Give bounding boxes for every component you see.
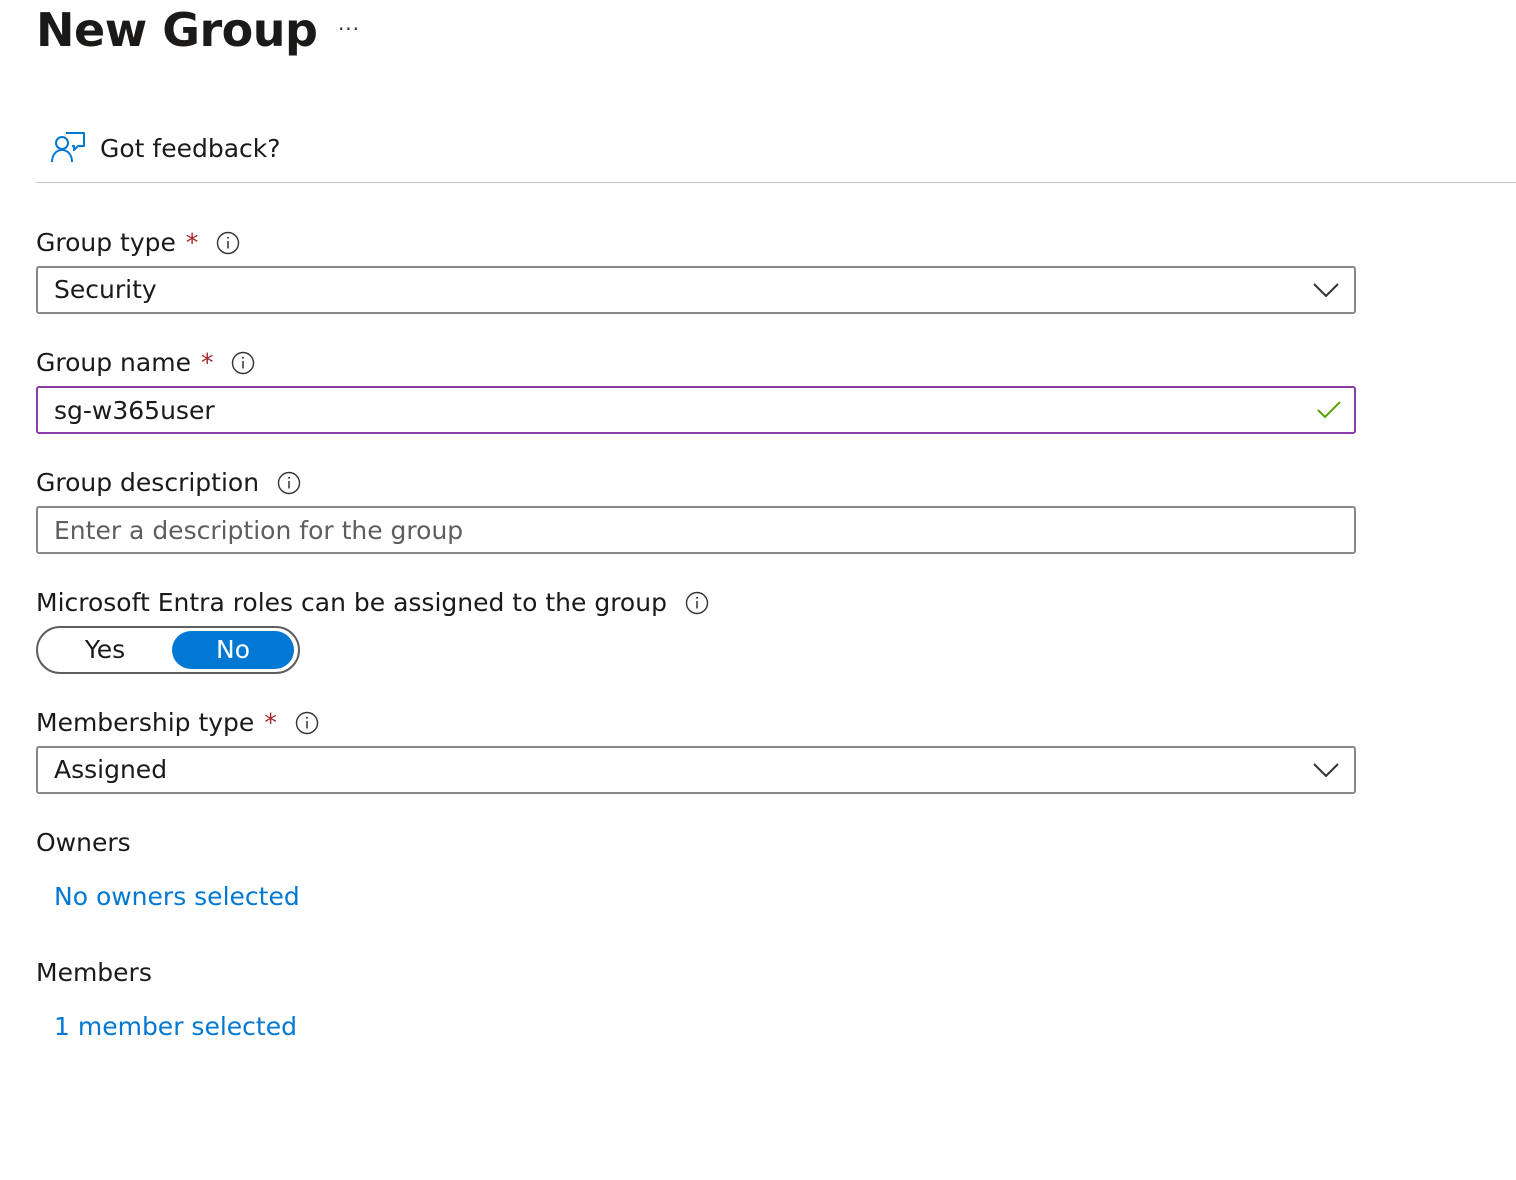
- owners-label: Owners: [36, 828, 131, 857]
- info-icon[interactable]: [295, 711, 319, 735]
- entra-roles-toggle[interactable]: Yes No: [36, 626, 300, 674]
- group-type-value: Security: [54, 275, 157, 304]
- feedback-label: Got feedback?: [100, 133, 281, 163]
- info-icon[interactable]: [277, 471, 301, 495]
- info-icon[interactable]: [685, 591, 709, 615]
- toggle-option-yes[interactable]: Yes: [42, 631, 168, 669]
- header-divider: [36, 182, 1516, 183]
- membership-type-label: Membership type *: [36, 708, 319, 738]
- membership-type-value: Assigned: [54, 755, 168, 784]
- more-options-button[interactable]: ···: [332, 14, 366, 44]
- group-type-dropdown[interactable]: Security: [36, 266, 1356, 314]
- group-description-input[interactable]: [38, 508, 1304, 552]
- group-description-field[interactable]: [36, 506, 1356, 554]
- membership-type-label-text: Membership type: [36, 708, 255, 737]
- group-name-input[interactable]: [38, 388, 1304, 432]
- feedback-button[interactable]: Got feedback?: [50, 126, 281, 170]
- info-icon[interactable]: [216, 231, 240, 255]
- membership-type-dropdown[interactable]: Assigned: [36, 746, 1356, 794]
- group-name-field[interactable]: [36, 386, 1356, 434]
- checkmark-icon: [1317, 401, 1341, 419]
- feedback-person-icon: [51, 132, 85, 163]
- group-name-label: Group name *: [36, 348, 255, 378]
- toggle-option-no[interactable]: No: [172, 631, 294, 669]
- group-description-label-text: Group description: [36, 468, 260, 497]
- info-icon[interactable]: [231, 351, 255, 375]
- group-description-label: Group description: [36, 468, 301, 498]
- members-label: Members: [36, 958, 152, 987]
- required-marker: *: [264, 708, 277, 737]
- group-name-label-text: Group name: [36, 348, 191, 377]
- chevron-down-icon: [1313, 283, 1339, 298]
- owners-link[interactable]: No owners selected: [54, 882, 300, 912]
- group-type-label-text: Group type: [36, 228, 176, 257]
- required-marker: *: [185, 228, 199, 257]
- entra-roles-label-text: Microsoft Entra roles can be assigned to…: [36, 588, 667, 617]
- chevron-down-icon: [1313, 763, 1339, 778]
- members-link[interactable]: 1 member selected: [54, 1012, 297, 1042]
- entra-roles-label: Microsoft Entra roles can be assigned to…: [36, 588, 709, 618]
- group-type-label: Group type *: [36, 228, 240, 258]
- required-marker: *: [200, 348, 214, 377]
- page-title: New Group: [36, 3, 318, 57]
